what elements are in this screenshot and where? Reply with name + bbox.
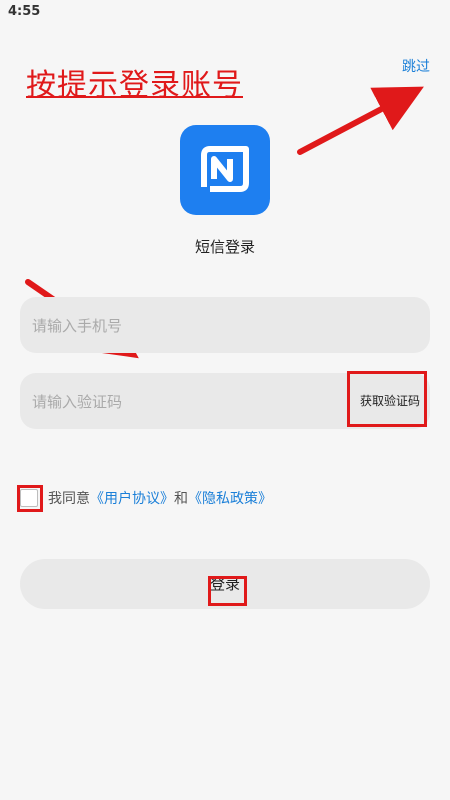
agree-and: 和 (174, 491, 188, 507)
phone-field[interactable] (20, 297, 430, 355)
app-logo (180, 125, 270, 215)
skip-button[interactable]: 跳过 (402, 56, 430, 76)
phone-input[interactable] (30, 297, 334, 355)
code-input[interactable] (30, 373, 334, 431)
agree-prefix: 我同意 (48, 491, 90, 507)
annotation-box-checkbox (17, 485, 43, 512)
arrow-to-skip-icon (297, 86, 424, 155)
annotation-banner: 按提示登录账号 (26, 68, 243, 103)
page-title: 短信登录 (194, 238, 255, 256)
annotation-box-login (208, 576, 247, 606)
status-time: 4:55 (8, 4, 41, 19)
agreement-text: 我同意《用户协议》和《隐私政策》 (48, 488, 272, 508)
user-agreement-link[interactable]: 《用户协议》 (90, 491, 174, 507)
annotation-box-get-code (347, 371, 427, 427)
privacy-policy-link[interactable]: 《隐私政策》 (188, 491, 272, 507)
n-logo-icon (201, 146, 249, 192)
